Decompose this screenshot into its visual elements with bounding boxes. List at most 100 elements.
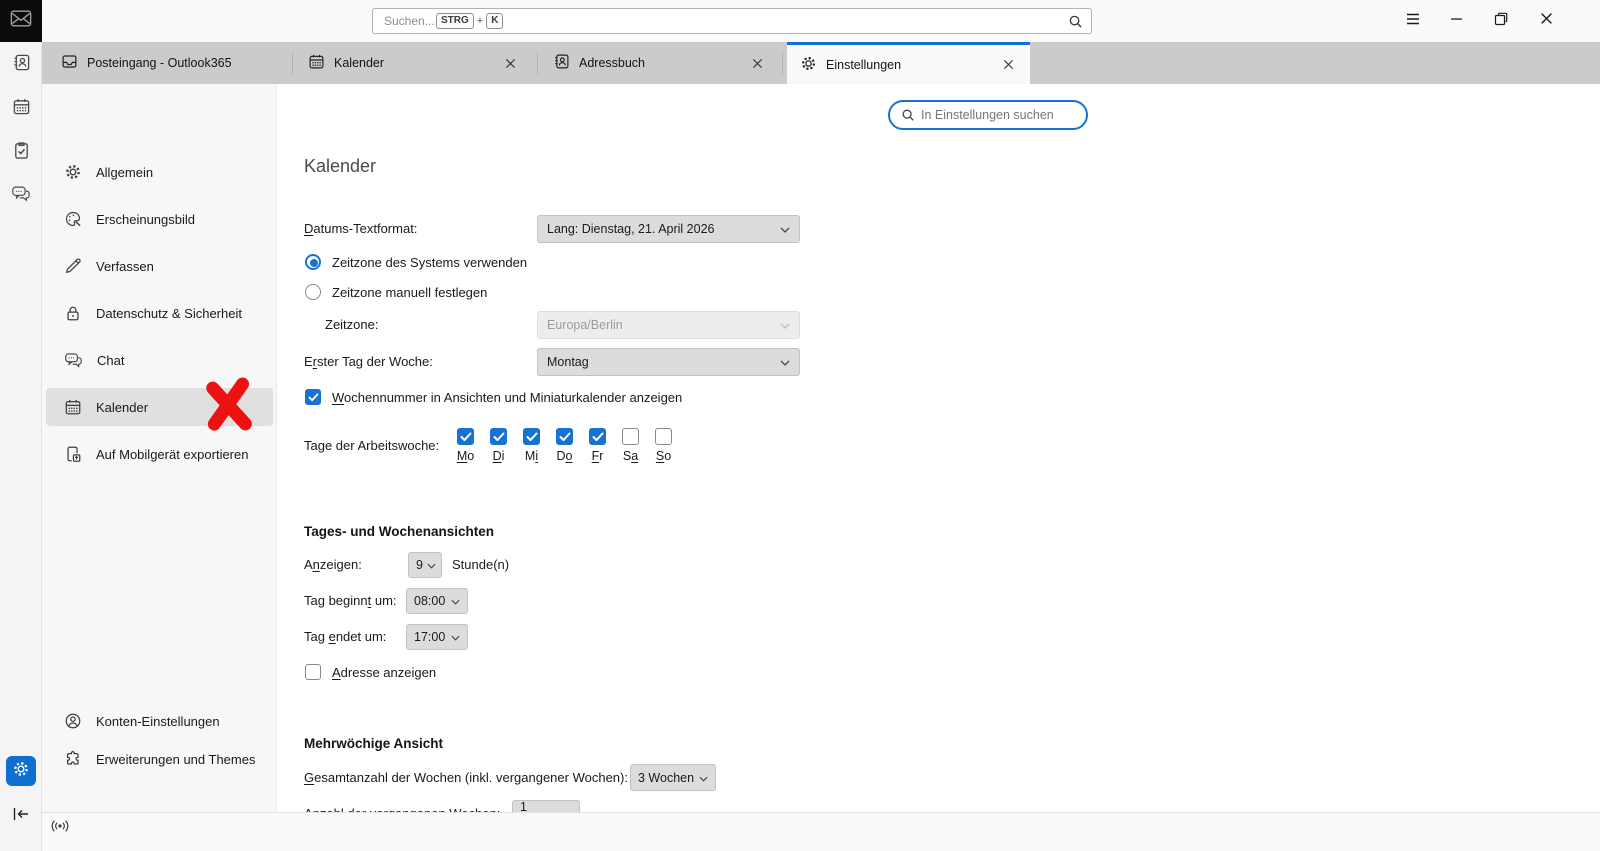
tab-close-button[interactable] xyxy=(745,51,769,75)
sidebar-item-mobilgeraet[interactable]: Auf Mobilgerät exportieren xyxy=(46,435,273,473)
section-heading-day-week-views: Tages- und Wochenansichten xyxy=(304,524,495,539)
tab-bar: Posteingang - Outlook365 Kalender Adress… xyxy=(42,42,1600,84)
palette-icon xyxy=(64,210,82,228)
dropdown-value: Europa/Berlin xyxy=(547,318,623,332)
minimize-button[interactable] xyxy=(1441,7,1471,35)
dropdown-value: 3 Wochen xyxy=(638,770,695,785)
tab-adressbuch[interactable]: Adressbuch xyxy=(540,42,779,84)
workday-checkbox[interactable] xyxy=(523,428,540,445)
app-menu-button[interactable] xyxy=(1398,7,1428,35)
chevron-down-icon xyxy=(427,558,436,572)
timezone-label: Zeitzone: xyxy=(325,317,379,332)
show-hours-dropdown[interactable]: 9 xyxy=(408,552,442,578)
tab-divider xyxy=(537,52,538,74)
mail-space-button[interactable] xyxy=(0,0,42,42)
dropdown-value: 08:00 xyxy=(414,594,446,608)
total-weeks-label: Gesamtanzahl der Wochen (inkl. vergangen… xyxy=(304,770,628,785)
settings-gear-icon xyxy=(12,760,30,783)
collapse-spaces-button[interactable] xyxy=(8,805,34,827)
sidebar-item-erscheinungsbild[interactable]: Erscheinungsbild xyxy=(46,200,273,238)
timezone-row: Zeitzone: Europa/Berlin xyxy=(304,311,1104,339)
workday-checkbox[interactable] xyxy=(457,428,474,445)
tab-einstellungen[interactable]: Einstellungen xyxy=(787,42,1030,84)
space-chat-button[interactable] xyxy=(0,179,42,213)
collapse-icon xyxy=(11,806,31,827)
sidebar-item-label: Allgemein xyxy=(96,164,154,180)
date-format-dropdown[interactable]: Lang: Dienstag, 21. April 2026 xyxy=(537,215,800,243)
week-number-checkbox[interactable] xyxy=(305,389,321,405)
space-settings-button[interactable] xyxy=(6,756,36,786)
sidebar-item-konten[interactable]: Konten-Einstellungen xyxy=(46,702,273,740)
space-tasks-button[interactable] xyxy=(0,136,42,170)
total-weeks-row: Gesamtanzahl der Wochen (inkl. vergangen… xyxy=(304,764,1104,791)
workday-di: Di xyxy=(482,428,515,463)
close-window-button[interactable] xyxy=(1531,7,1561,35)
radio-timezone-system[interactable] xyxy=(305,254,321,270)
sidebar-item-erweiterungen[interactable]: Erweiterungen und Themes xyxy=(46,740,273,778)
check-icon xyxy=(308,392,318,401)
tab-divider xyxy=(782,52,783,74)
date-format-row: Datums-Textformat: Lang: Dienstag, 21. A… xyxy=(304,215,1104,243)
gear-icon xyxy=(800,55,817,75)
show-address-label: Adresse anzeigen xyxy=(332,664,437,680)
date-format-label: Datums-Textformat: xyxy=(304,221,418,236)
search-icon xyxy=(901,108,915,127)
maximize-restore-button[interactable] xyxy=(1486,7,1516,35)
settings-search-field xyxy=(888,100,1088,130)
app-window: STRG + K Posteingang - Outlook365 xyxy=(0,0,1600,851)
global-search-input[interactable] xyxy=(373,9,1091,33)
day-end-dropdown[interactable]: 17:00 xyxy=(406,624,468,650)
first-day-row: Erster Tag der Woche: Montag xyxy=(304,348,1104,376)
show-hours-label: Anzeigen: xyxy=(304,557,362,572)
workday-checkbox[interactable] xyxy=(556,428,573,445)
total-weeks-dropdown[interactable]: 3 Wochen xyxy=(630,764,716,791)
space-addressbook-button[interactable] xyxy=(0,48,42,82)
chevron-down-icon xyxy=(451,594,460,608)
day-end-row: Tag endet um: 17:00 xyxy=(304,624,904,650)
chevron-down-icon xyxy=(699,771,708,785)
sidebar-item-kalender[interactable]: Kalender xyxy=(46,388,273,426)
show-address-checkbox[interactable] xyxy=(305,664,321,680)
mail-envelope-icon xyxy=(10,9,32,33)
tab-close-button[interactable] xyxy=(498,51,522,75)
timezone-system-radio-row: Zeitzone des Systems verwenden xyxy=(305,254,527,270)
workday-so: So xyxy=(647,428,680,463)
tab-close-button[interactable] xyxy=(996,53,1020,77)
dropdown-value: 1 Woche xyxy=(520,799,527,813)
day-start-dropdown[interactable]: 08:00 xyxy=(406,588,468,614)
radio-label: Zeitzone des Systems verwenden xyxy=(332,254,528,270)
phone-export-icon xyxy=(64,445,82,463)
workweek-days: Mo Di Mi Do Fr Sa So xyxy=(449,428,680,463)
first-day-dropdown[interactable]: Montag xyxy=(537,348,800,376)
title-bar: STRG + K xyxy=(0,0,1600,42)
pencil-icon xyxy=(64,257,82,275)
settings-search-input[interactable] xyxy=(890,102,1086,128)
workday-label: Mo xyxy=(456,449,475,463)
radio-timezone-manual[interactable] xyxy=(305,284,321,300)
check-icon xyxy=(559,432,570,441)
sidebar-item-verfassen[interactable]: Verfassen xyxy=(46,247,273,285)
sidebar-item-allgemein[interactable]: Allgemein xyxy=(46,153,273,191)
space-calendar-button[interactable] xyxy=(0,92,42,126)
workday-checkbox[interactable] xyxy=(490,428,507,445)
workday-fr: Fr xyxy=(581,428,614,463)
sidebar-item-chat[interactable]: Chat xyxy=(46,341,273,379)
workday-checkbox[interactable] xyxy=(655,428,672,445)
sidebar-item-label: Erscheinungsbild xyxy=(96,211,196,227)
calendar-icon xyxy=(64,398,82,416)
tab-posteingang[interactable]: Posteingang - Outlook365 xyxy=(48,42,289,84)
dropdown-value: 9 xyxy=(416,558,423,572)
global-search-field: STRG + K xyxy=(372,8,1092,34)
sidebar-item-label: Erweiterungen und Themes xyxy=(96,751,256,767)
tab-kalender[interactable]: Kalender xyxy=(295,42,532,84)
sidebar-item-datenschutz[interactable]: Datenschutz & Sicherheit xyxy=(46,294,273,332)
sidebar-item-label: Verfassen xyxy=(96,258,154,274)
past-weeks-dropdown[interactable]: 1 Woche xyxy=(512,800,580,812)
workday-checkbox[interactable] xyxy=(622,428,639,445)
check-icon xyxy=(460,432,471,441)
day-end-label: Tag endet um: xyxy=(304,629,387,644)
timezone-dropdown: Europa/Berlin xyxy=(537,311,800,339)
search-icon xyxy=(1068,14,1083,34)
workday-do: Do xyxy=(548,428,581,463)
workday-checkbox[interactable] xyxy=(589,428,606,445)
